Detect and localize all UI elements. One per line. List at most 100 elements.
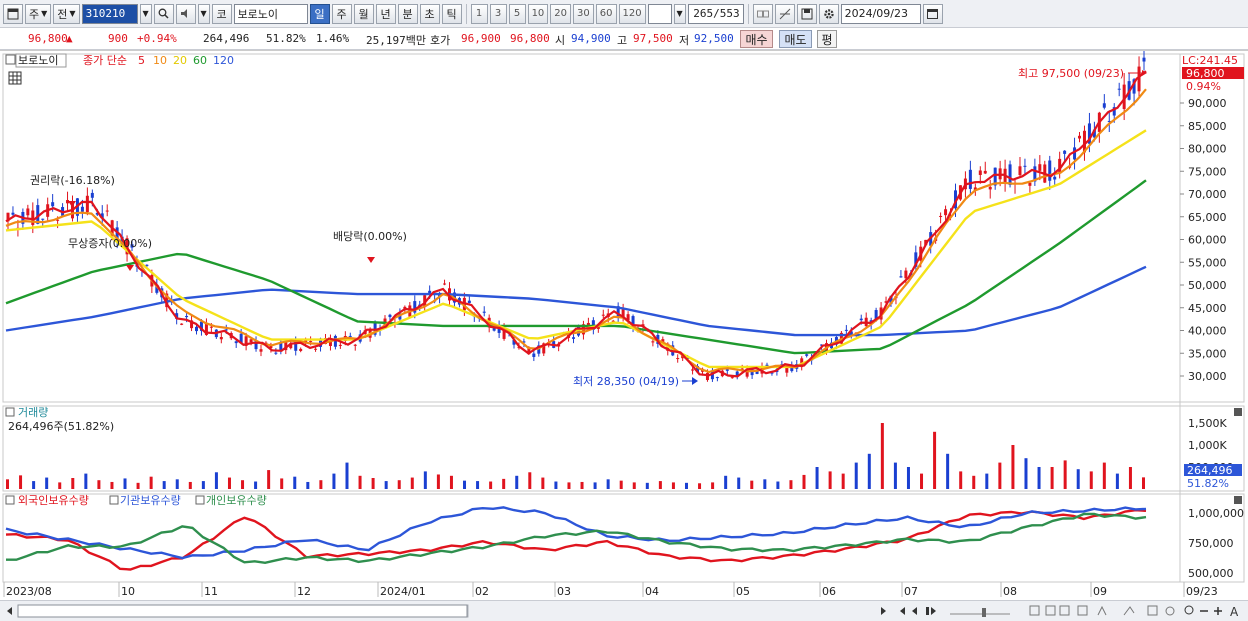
holding-panel-close-icon[interactable] <box>1234 496 1242 504</box>
volume-bar <box>293 476 297 489</box>
custom-period-input[interactable] <box>647 3 672 24</box>
price-tick-label: 30,000 <box>1188 370 1227 383</box>
prev-select[interactable]: 전 ▼ <box>53 3 80 24</box>
layout3-icon[interactable] <box>1059 605 1070 616</box>
draw-trend-icon[interactable] <box>1123 606 1135 616</box>
pause-icon[interactable] <box>926 607 929 615</box>
volume-panel-title: 거래량 <box>18 406 48 419</box>
dividend-drop-annotation: 배당락(0.00%) <box>333 230 407 243</box>
volume-bar <box>867 453 871 489</box>
volume-panel-close-icon[interactable] <box>1234 408 1242 416</box>
market-select[interactable]: 주 ▼ <box>25 3 52 24</box>
volume-bar <box>841 473 845 489</box>
code-dropdown-icon[interactable]: ▼ <box>139 3 152 24</box>
save-icon[interactable] <box>796 3 817 24</box>
rights-drop-marker-icon <box>68 201 76 207</box>
minute-option-120[interactable]: 120 <box>618 3 646 24</box>
scroll-left-icon[interactable] <box>7 607 12 615</box>
draw-line-icon[interactable] <box>1097 605 1107 616</box>
average-button[interactable]: 평 <box>817 30 837 48</box>
volume-bar <box>645 482 649 489</box>
volume-bar <box>502 478 506 489</box>
data-count-total: /553 <box>713 7 740 20</box>
crosshair-icon[interactable] <box>774 3 795 24</box>
calendar-icon[interactable] <box>922 3 943 24</box>
buy-button[interactable]: 매수 <box>740 30 773 48</box>
holding-panel-box-icon[interactable] <box>5 495 15 505</box>
candle-body <box>978 170 982 175</box>
candle-body <box>41 218 45 220</box>
layout2-icon[interactable] <box>1045 605 1056 616</box>
minute-option-1[interactable]: 1 <box>470 3 488 24</box>
speaker-icon[interactable] <box>175 3 196 24</box>
scroll-right-icon[interactable] <box>881 607 886 615</box>
stock-code-input[interactable]: 310210 <box>81 3 138 24</box>
period-week[interactable]: 주 <box>331 3 352 24</box>
layout4-icon[interactable] <box>1077 605 1088 616</box>
draw-rect-icon[interactable] <box>1147 605 1158 616</box>
volume-bar <box>19 475 23 489</box>
minute-option-5[interactable]: 5 <box>508 3 526 24</box>
period-year[interactable]: 년 <box>375 3 396 24</box>
chart-area[interactable]: 90,000 85,000 80,000 75,000 70,000 65,000 60,0… <box>0 45 1248 601</box>
volume-bar <box>1089 471 1093 489</box>
volume-tick-label: 1,000K <box>1188 439 1227 452</box>
minute-option-10[interactable]: 10 <box>527 3 549 24</box>
candle-body <box>859 318 863 321</box>
volume-bar <box>45 477 49 489</box>
draw-circle-icon[interactable] <box>1165 606 1175 616</box>
speaker-dropdown-icon[interactable]: ▼ <box>197 3 210 24</box>
prev-page-icon[interactable] <box>912 607 917 615</box>
gear-icon[interactable] <box>818 3 839 24</box>
current-price-badge-text: 96,800 <box>1186 67 1225 80</box>
font-size-icon[interactable]: A <box>1230 605 1239 619</box>
link-icon[interactable] <box>752 3 773 24</box>
date-tick-label: 04 <box>645 585 659 598</box>
volume-bar <box>332 473 336 489</box>
volume-bar <box>828 471 832 489</box>
volume-bar <box>972 475 976 489</box>
low-price-annotation: 최저 28,350 (04/19) <box>573 375 679 388</box>
zoom-slider-handle[interactable] <box>982 608 986 617</box>
volume-bar <box>280 478 284 489</box>
scrollbar-thumb[interactable] <box>17 604 468 618</box>
period-month[interactable]: 월 <box>353 3 374 24</box>
volume-bar <box>58 482 62 489</box>
volume-bar <box>1024 458 1028 489</box>
search-icon[interactable] <box>153 3 174 24</box>
volume-panel-box-icon[interactable] <box>5 407 15 417</box>
period-tick[interactable]: 틱 <box>441 3 462 24</box>
date-tick-label: 06 <box>822 585 836 598</box>
minute-option-20[interactable]: 20 <box>550 3 572 24</box>
first-page-icon[interactable] <box>900 607 905 615</box>
period-day[interactable]: 일 <box>309 3 330 24</box>
sell-button[interactable]: 매도 <box>779 30 812 48</box>
stock-name-field[interactable]: 보로노이 <box>233 3 308 24</box>
minute-option-60[interactable]: 60 <box>595 3 617 24</box>
date-tick-label: 09 <box>1093 585 1107 598</box>
chart-window-icon[interactable] <box>3 3 23 24</box>
period-second[interactable]: 초 <box>419 3 440 24</box>
candle-body <box>572 337 576 339</box>
layout-icon[interactable] <box>1029 605 1040 616</box>
institution-box-icon[interactable] <box>109 495 119 505</box>
low-label: 저 <box>679 34 690 47</box>
grid-table-icon[interactable] <box>8 71 22 85</box>
zoom-icon[interactable] <box>1184 605 1194 615</box>
volume-bar <box>384 481 388 489</box>
stock-chart[interactable]: 90,000 85,000 80,000 75,000 70,000 65,000 60,0… <box>0 45 1248 601</box>
individual-holding-label: 개인보유수량 <box>206 494 267 507</box>
candle-body <box>1028 182 1032 186</box>
period-minute[interactable]: 분 <box>397 3 418 24</box>
legend-box-icon[interactable] <box>5 54 16 65</box>
data-count-field[interactable]: 265/553 <box>687 3 744 24</box>
volume-bar <box>476 481 480 489</box>
minute-option-30[interactable]: 30 <box>573 3 594 24</box>
individual-box-icon[interactable] <box>195 495 205 505</box>
turnover-rate: 1.46% <box>316 32 350 45</box>
date-input[interactable]: 2024/09/23 <box>840 3 921 24</box>
next-page-icon[interactable] <box>931 607 936 615</box>
custom-period-dropdown-icon[interactable]: ▼ <box>673 3 686 24</box>
volume-bar <box>802 474 806 489</box>
minute-option-3[interactable]: 3 <box>489 3 507 24</box>
